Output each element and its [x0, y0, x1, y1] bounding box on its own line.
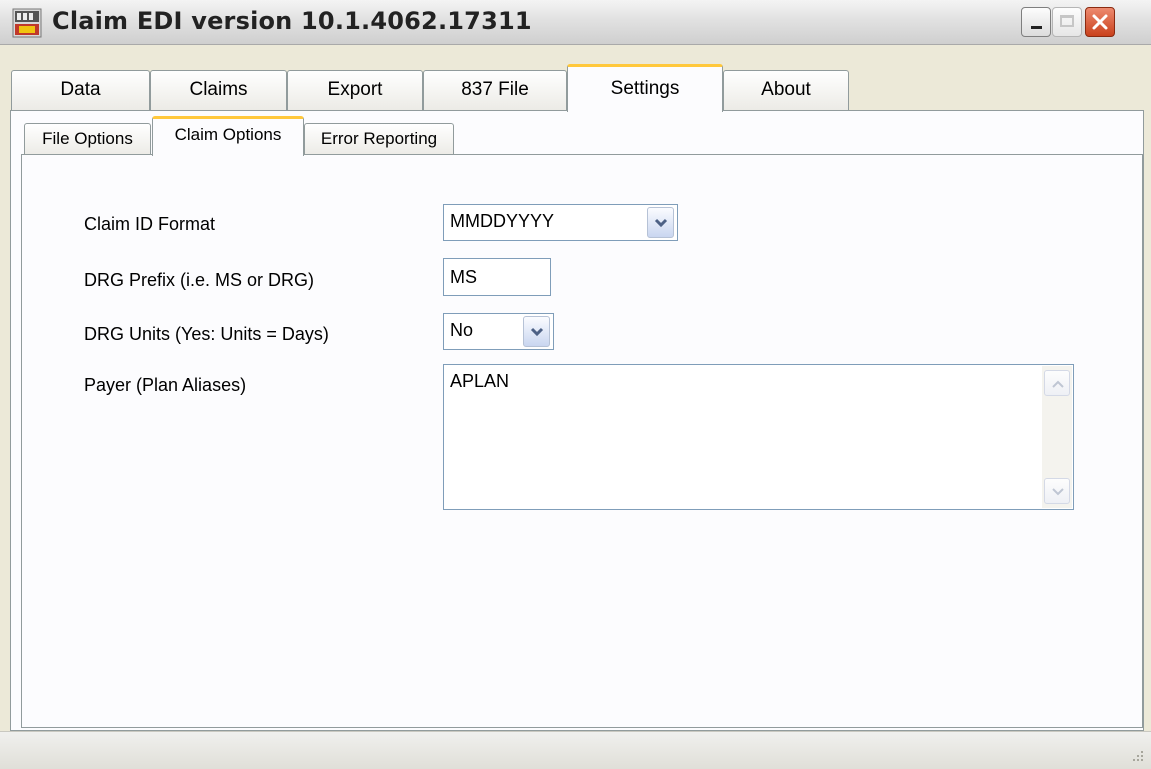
tab-837-file[interactable]: 837 File	[423, 70, 567, 110]
subtab-label: File Options	[42, 129, 133, 148]
tab-error-reporting[interactable]: Error Reporting	[304, 123, 454, 155]
tab-settings[interactable]: Settings	[567, 64, 723, 112]
tab-label: Export	[327, 79, 383, 100]
drg-prefix-input[interactable]: MS	[443, 258, 551, 296]
claim-id-format-select[interactable]: MMDDYYYY	[443, 204, 678, 241]
drg-prefix-label: DRG Prefix (i.e. MS or DRG)	[84, 270, 315, 290]
tab-label: Data	[60, 79, 101, 100]
subtab-label: Error Reporting	[320, 129, 438, 148]
app-window: Claim EDI version 10.1.4062.17311 Data C…	[0, 0, 1151, 769]
drg-prefix-value: MS	[450, 267, 477, 287]
payer-label: Payer (Plan Aliases)	[84, 375, 247, 395]
claim-id-format-value: MMDDYYYY	[450, 211, 555, 231]
drg-units-label: DRG Units (Yes: Units = Days)	[84, 324, 329, 344]
minimize-button[interactable]	[1021, 7, 1051, 37]
claim-id-format-dropdown-button[interactable]	[647, 207, 674, 238]
scroll-up-button[interactable]	[1044, 370, 1070, 396]
maximize-icon	[1060, 15, 1074, 27]
claim-id-format-label: Claim ID Format	[84, 214, 216, 234]
resize-grip-icon[interactable]	[1129, 747, 1145, 763]
tab-claims[interactable]: Claims	[150, 70, 287, 110]
scroll-down-button[interactable]	[1044, 478, 1070, 504]
tab-export[interactable]: Export	[287, 70, 423, 110]
payer-textarea[interactable]: APLAN	[443, 364, 1074, 510]
minimize-icon	[1031, 26, 1042, 29]
close-button[interactable]	[1085, 7, 1115, 37]
maximize-button[interactable]	[1052, 7, 1082, 37]
drg-units-value: No	[450, 320, 474, 340]
tab-about[interactable]: About	[723, 70, 849, 110]
payer-value: APLAN	[450, 371, 510, 391]
chevron-down-icon	[654, 218, 668, 228]
title-bar[interactable]: Claim EDI version 10.1.4062.17311	[0, 0, 1151, 45]
tab-label: Settings	[610, 78, 680, 99]
tab-label: Claims	[189, 79, 248, 100]
tab-data[interactable]: Data	[11, 70, 150, 110]
scroll-down-icon	[1052, 488, 1064, 496]
subtab-label: Claim Options	[174, 125, 282, 144]
tab-file-options[interactable]: File Options	[24, 123, 151, 155]
drg-units-select[interactable]: No	[443, 313, 554, 350]
app-icon	[12, 8, 42, 38]
scroll-up-icon	[1052, 380, 1064, 388]
status-bar	[0, 731, 1151, 769]
tab-label: About	[761, 79, 811, 100]
drg-units-dropdown-button[interactable]	[523, 316, 550, 347]
window-title: Claim EDI version 10.1.4062.17311	[52, 7, 532, 35]
close-icon	[1092, 14, 1108, 30]
chevron-down-icon	[530, 327, 544, 337]
tab-label: 837 File	[461, 79, 529, 100]
tab-claim-options[interactable]: Claim Options	[152, 116, 304, 156]
payer-scrollbar[interactable]	[1042, 366, 1072, 508]
